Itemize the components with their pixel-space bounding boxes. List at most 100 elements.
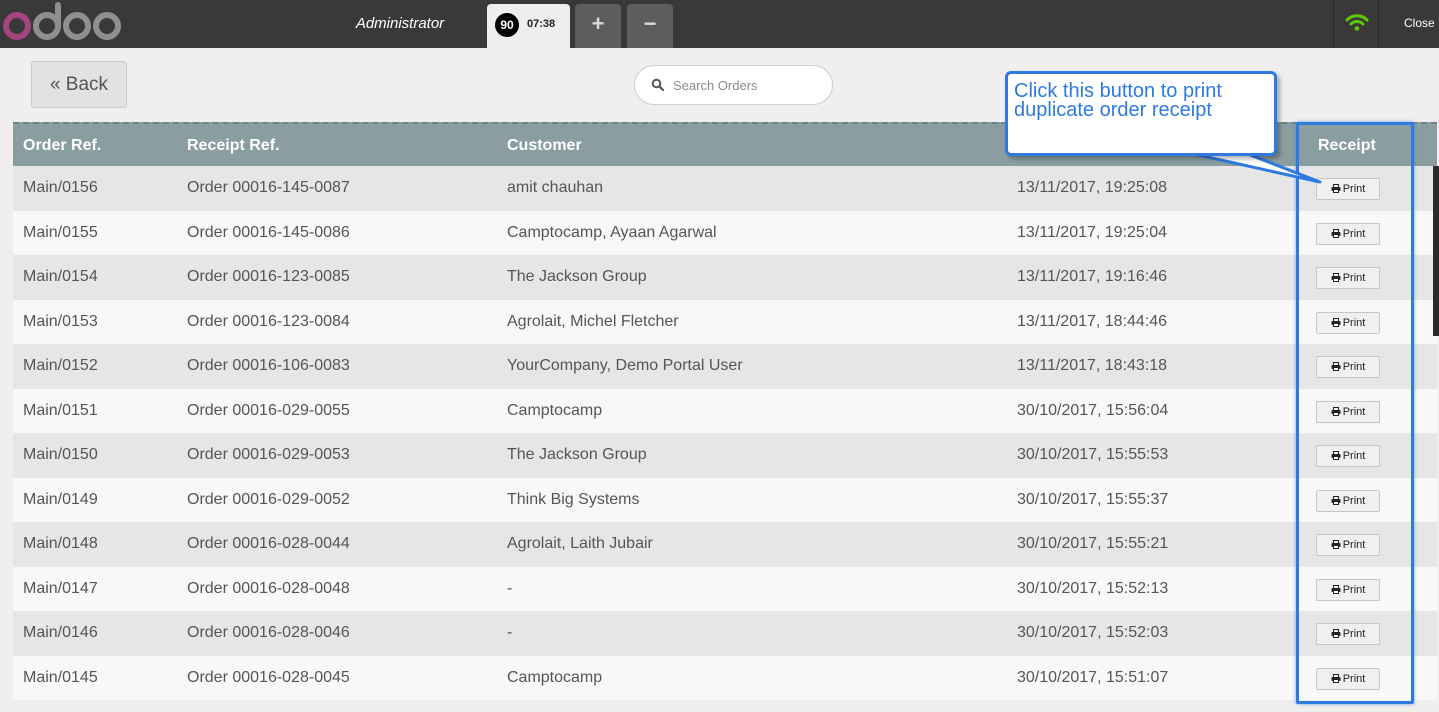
print-receipt-button[interactable]: Print [1316, 267, 1380, 289]
customer-cell: - [507, 579, 513, 597]
order-time: 07:38 [527, 18, 556, 30]
remove-order-button[interactable]: − [627, 4, 673, 48]
table-row[interactable]: Main/0145 Order 00016-028-0045 Camptocamp 3… [13, 655, 1437, 700]
print-receipt-button[interactable]: Print [1316, 667, 1380, 690]
print-receipt-button[interactable]: Print [1316, 311, 1380, 334]
print-label: Print [1342, 583, 1366, 596]
date-cell: 30/10/2017, 15:55:37 [1017, 490, 1169, 508]
close-button[interactable]: Close [1392, 0, 1439, 48]
date-cell: 30/10/2017, 15:55:21 [1017, 535, 1169, 552]
print-label: Print [1342, 405, 1366, 418]
print-label: Print [1342, 316, 1366, 329]
receipt-ref-cell: Order 00016-028-0044 [187, 535, 350, 552]
connection-status[interactable] [1333, 0, 1379, 48]
order-ref-cell: Main/0145 [23, 668, 98, 686]
print-receipt-button[interactable]: Print [1316, 222, 1380, 245]
print-label: Print [1342, 628, 1366, 640]
order-ref-cell: Main/0155 [23, 223, 98, 241]
print-receipt-button[interactable]: Print [1316, 356, 1380, 378]
order-ref-cell: Main/0150 [23, 446, 98, 463]
search-icon [651, 78, 665, 92]
search-input[interactable] [673, 66, 823, 104]
customer-cell: amit chauhan [507, 179, 604, 196]
print-receipt-button[interactable]: Print [1316, 400, 1380, 423]
date-cell: 30/10/2017, 15:55:53 [1017, 446, 1169, 463]
order-ref-cell: Main/0154 [23, 268, 98, 285]
customer-cell: Think Big Systems [507, 490, 640, 508]
order-ref-cell: Main/0151 [23, 401, 98, 419]
table-row[interactable]: Main/0147 Order 00016-028-0048 - 30/10/2017… [13, 566, 1437, 611]
table-row[interactable]: Main/0151 Order 00016-029-0055 Camptocamp 3… [13, 388, 1437, 433]
receipt-ref-cell: Order 00016-029-0055 [187, 401, 350, 419]
header-customer: Customer [507, 137, 582, 154]
date-cell: 30/10/2017, 15:51:07 [1017, 668, 1169, 686]
table-row[interactable]: Main/0148 Order 00016-028-0044 Agrolait, L… [13, 522, 1437, 567]
receipt-ref-cell: Order 00016-106-0083 [187, 357, 350, 374]
date-cell: 30/10/2017, 15:56:04 [1017, 401, 1169, 419]
table-row[interactable]: Main/0149 Order 00016-029-0052 Think Big S… [13, 477, 1437, 522]
printer-icon [1331, 228, 1341, 238]
printer-icon [1331, 273, 1341, 282]
header-receipt-ref: Receipt Ref. [187, 137, 280, 154]
receipt-ref-cell: Order 00016-123-0085 [187, 268, 350, 285]
customer-cell: The Jackson Group [507, 268, 647, 285]
customer-cell: - [507, 624, 513, 641]
search-box[interactable] [634, 65, 833, 105]
back-button[interactable]: « Back [31, 61, 127, 108]
order-ref-cell: Main/0148 [23, 535, 98, 552]
date-cell: 13/11/2017, 18:43:18 [1017, 357, 1168, 374]
table-row[interactable]: Main/0150 Order 00016-029-0053 The Jackson… [13, 433, 1437, 478]
print-receipt-button[interactable]: Print [1316, 489, 1380, 512]
printer-icon [1331, 317, 1341, 327]
table-row[interactable]: Main/0146 Order 00016-028-0046 - 30/10/2017… [13, 611, 1437, 656]
annotation-callout: Click this button to print duplicate ord… [1005, 71, 1277, 156]
order-ref-cell: Main/0156 [23, 179, 98, 196]
table-row[interactable]: Main/0152 Order 00016-106-0083 YourCompany… [13, 344, 1437, 389]
date-cell: 13/11/2017, 19:25:04 [1017, 223, 1168, 241]
print-receipt-button[interactable]: Print [1316, 623, 1380, 645]
customer-cell: Camptocamp [507, 668, 603, 686]
order-ref-cell: Main/0146 [23, 624, 98, 641]
callout-pointer [1178, 149, 1322, 184]
order-sequence-badge: 90 [495, 13, 519, 37]
customer-cell: Camptocamp [507, 401, 603, 419]
customer-cell: Agrolait, Michel Fletcher [507, 312, 679, 330]
receipt-ref-cell: Order 00016-029-0052 [187, 490, 350, 508]
print-receipt-button[interactable]: Print [1316, 578, 1380, 601]
order-ref-cell: Main/0149 [23, 490, 98, 508]
customer-cell: Camptocamp, Ayaan Agarwal [507, 223, 717, 241]
table-row[interactable]: Main/0153 Order 00016-123-0084 Agrolait, M… [13, 299, 1437, 344]
date-cell: 30/10/2017, 15:52:13 [1017, 579, 1169, 597]
order-ref-cell: Main/0147 [23, 579, 98, 597]
order-ref-cell: Main/0153 [23, 312, 98, 330]
print-label: Print [1342, 183, 1366, 195]
print-label: Print [1342, 361, 1366, 373]
date-cell: 13/11/2017, 18:44:46 [1017, 312, 1168, 330]
receipt-ref-cell: Order 00016-145-0087 [187, 179, 350, 196]
odoo-logo [3, 2, 121, 40]
printer-icon [1331, 495, 1341, 505]
print-label: Print [1342, 450, 1366, 462]
scrollbar[interactable] [1433, 166, 1439, 336]
date-cell: 13/11/2017, 19:25:08 [1017, 179, 1168, 196]
printer-icon [1331, 362, 1341, 371]
printer-icon [1331, 406, 1341, 416]
customer-cell: YourCompany, Demo Portal User [507, 357, 743, 374]
order-ref-cell: Main/0152 [23, 357, 98, 374]
receipt-ref-cell: Order 00016-123-0084 [187, 312, 350, 330]
order-tab-active[interactable]: 90 07:38 [487, 4, 570, 48]
print-receipt-button[interactable]: Print [1316, 445, 1380, 467]
date-cell: 13/11/2017, 19:16:46 [1017, 268, 1168, 285]
customer-cell: The Jackson Group [507, 446, 647, 463]
print-label: Print [1342, 227, 1366, 240]
receipt-ref-cell: Order 00016-028-0045 [187, 668, 350, 686]
print-label: Print [1342, 272, 1366, 284]
print-receipt-button[interactable]: Print [1316, 534, 1380, 556]
header-order-ref: Order Ref. [23, 137, 102, 154]
add-order-button[interactable]: + [575, 4, 621, 48]
username[interactable]: Administrator [330, 0, 470, 48]
table-row[interactable]: Main/0155 Order 00016-145-0086 Camptocamp,… [13, 210, 1437, 255]
table-row[interactable]: Main/0154 Order 00016-123-0085 The Jackson… [13, 255, 1437, 300]
receipt-ref-cell: Order 00016-028-0048 [187, 579, 350, 597]
printer-icon [1331, 451, 1341, 460]
